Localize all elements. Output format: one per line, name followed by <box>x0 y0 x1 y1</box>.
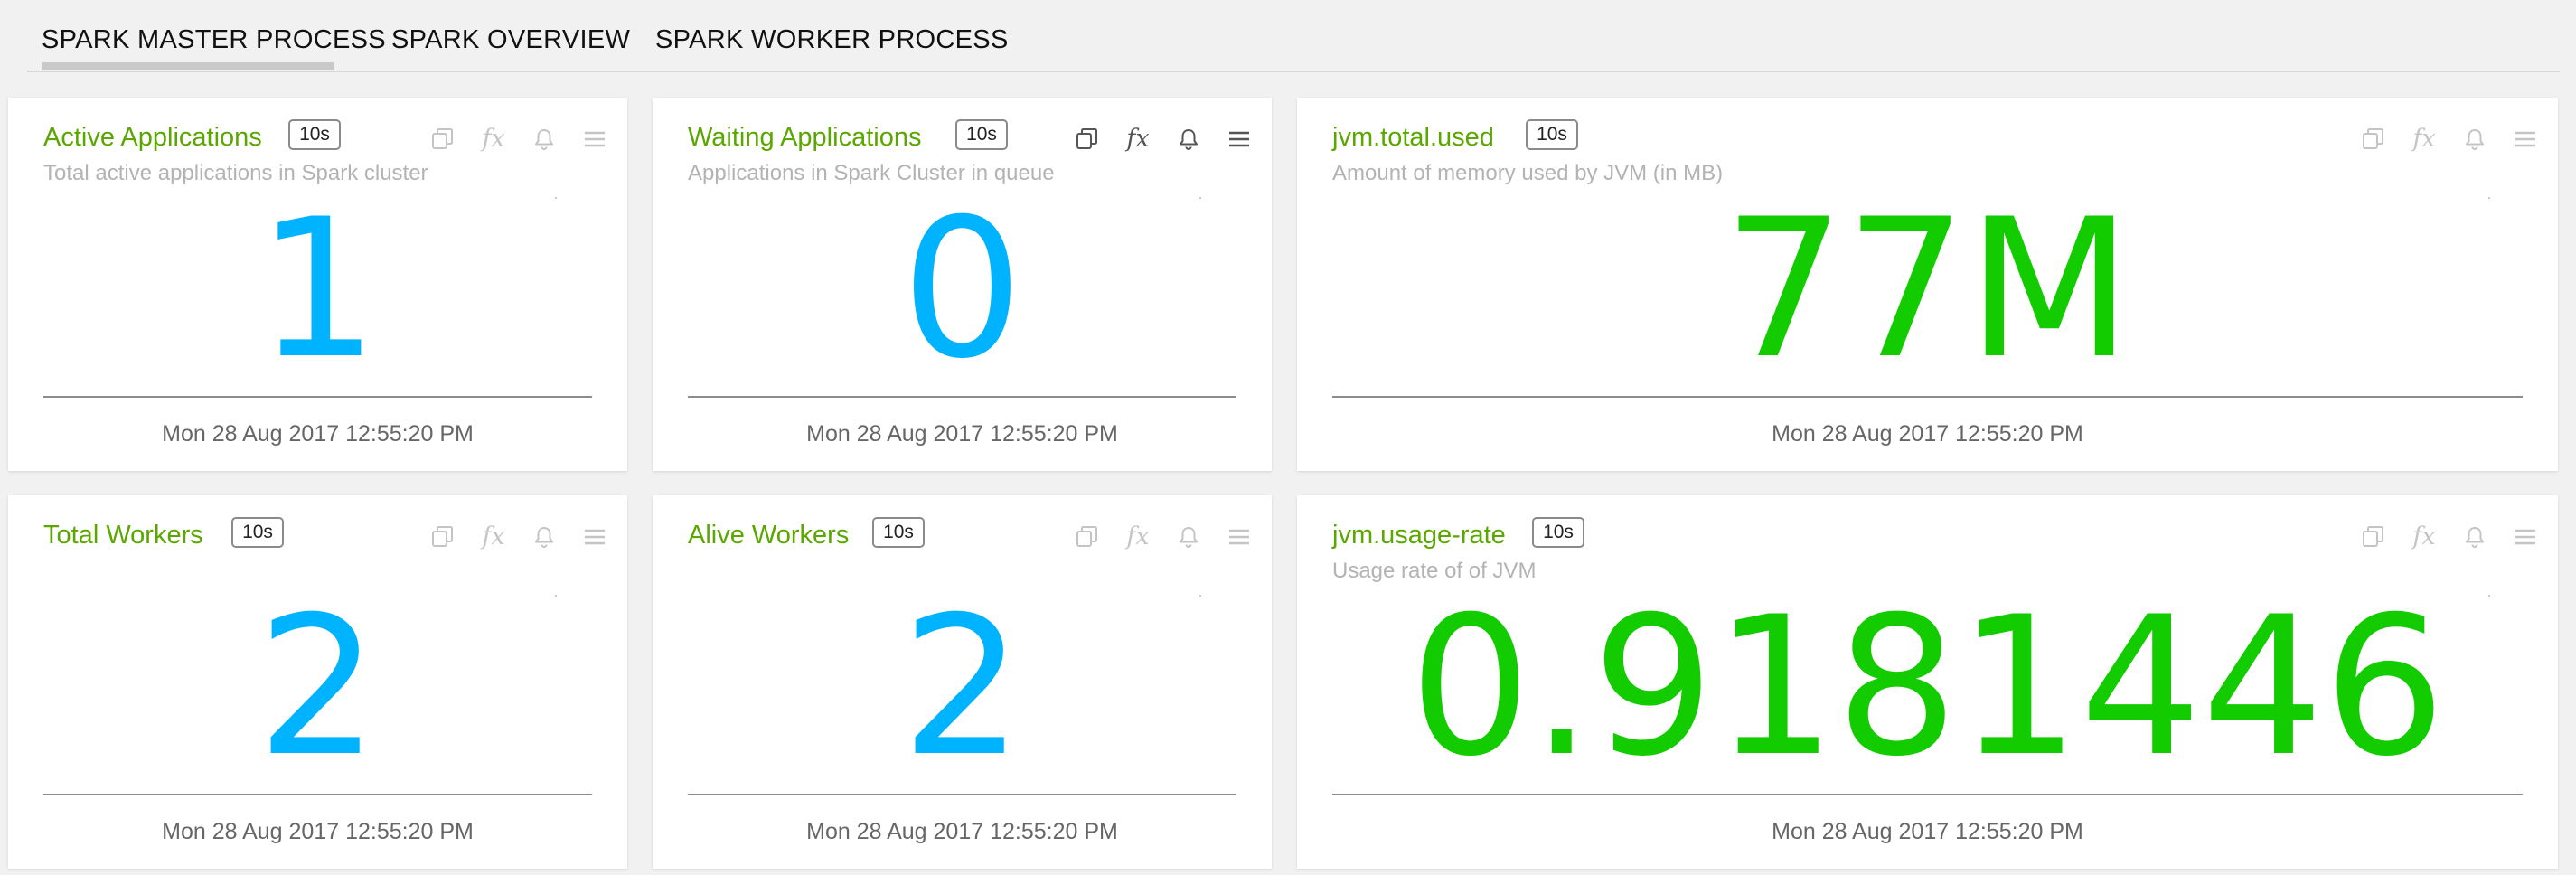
refresh-interval-badge[interactable]: 10s <box>955 119 1008 150</box>
widget-title: Waiting Applications <box>688 123 922 152</box>
fx-icon-glyph: fx <box>2412 125 2436 153</box>
widget-toolbar: fx <box>409 521 611 553</box>
tab-divider <box>27 71 2560 72</box>
copy-icon[interactable] <box>1071 521 1104 553</box>
active-tab-indicator <box>42 62 334 70</box>
bell-icon[interactable] <box>2458 123 2491 155</box>
fx-icon[interactable]: fx <box>477 521 510 553</box>
widget-toolbar: fx <box>1053 123 1255 155</box>
widget-title: jvm.total.used <box>1332 123 1494 152</box>
copy-icon[interactable] <box>1071 123 1104 155</box>
widget-jvm-total-used: jvm.total.used 10s fx Amount of memory u… <box>1297 98 2558 471</box>
widget-toolbar: fx <box>2339 123 2542 155</box>
widget-waiting-applications: Waiting Applications 10s fx Applications… <box>653 98 1272 471</box>
widget-timestamp: Mon 28 Aug 2017 12:55:20 PM <box>162 819 474 844</box>
widget-timestamp: Mon 28 Aug 2017 12:55:20 PM <box>1772 421 2083 447</box>
copy-icon[interactable] <box>427 521 459 553</box>
metric-value: 2 <box>901 575 1023 798</box>
widget-toolbar: fx <box>1053 521 1255 553</box>
menu-icon[interactable] <box>578 521 611 553</box>
bell-icon[interactable] <box>528 521 560 553</box>
widget-toolbar: fx <box>409 123 611 155</box>
widget-title: Active Applications <box>43 123 262 152</box>
refresh-interval-badge[interactable]: 10s <box>288 119 341 150</box>
widget-title: jvm.usage-rate <box>1332 521 1506 550</box>
widget-divider <box>1332 794 2523 795</box>
metric-value: 77M <box>1723 177 2132 400</box>
widget-timestamp: Mon 28 Aug 2017 12:55:20 PM <box>162 421 474 447</box>
tab-spark-overview[interactable]: SPARK OVERVIEW <box>391 25 630 55</box>
widget-jvm-usage-rate: jvm.usage-rate 10s fx Usage rate of of J… <box>1297 495 2558 869</box>
refresh-interval-badge[interactable]: 10s <box>231 517 284 548</box>
widget-active-applications: Active Applications 10s fx Total active … <box>8 98 627 471</box>
menu-icon[interactable] <box>1223 521 1255 553</box>
menu-icon[interactable] <box>1223 123 1255 155</box>
refresh-interval-badge[interactable]: 10s <box>1526 119 1578 150</box>
fx-icon-glyph: fx <box>1126 522 1150 550</box>
metric-value: 2 <box>257 575 379 798</box>
widget-divider <box>1332 396 2523 398</box>
widget-divider <box>43 396 592 398</box>
bell-icon[interactable] <box>528 123 560 155</box>
metric-value: 0 <box>901 177 1023 400</box>
tab-spark-master-process[interactable]: SPARK MASTER PROCESS <box>42 25 386 55</box>
metric-value: 1 <box>257 177 379 400</box>
widget-timestamp: Mon 28 Aug 2017 12:55:20 PM <box>1772 819 2083 844</box>
fx-icon-glyph: fx <box>1126 125 1150 153</box>
widget-timestamp: Mon 28 Aug 2017 12:55:20 PM <box>806 421 1118 447</box>
copy-icon[interactable] <box>427 123 459 155</box>
copy-icon[interactable] <box>2357 521 2390 553</box>
tab-spark-worker-process[interactable]: SPARK WORKER PROCESS <box>655 25 1009 55</box>
fx-icon[interactable]: fx <box>1122 521 1154 553</box>
fx-icon-glyph: fx <box>482 125 505 153</box>
widget-toolbar: fx <box>2339 521 2542 553</box>
refresh-interval-badge[interactable]: 10s <box>872 517 925 548</box>
widget-divider <box>688 794 1236 795</box>
fx-icon[interactable]: fx <box>2408 521 2440 553</box>
bell-icon[interactable] <box>2458 521 2491 553</box>
fx-icon-glyph: fx <box>482 522 505 550</box>
fx-icon-glyph: fx <box>2412 522 2436 550</box>
copy-icon[interactable] <box>2357 123 2390 155</box>
menu-icon[interactable] <box>2509 521 2542 553</box>
widget-timestamp: Mon 28 Aug 2017 12:55:20 PM <box>806 819 1118 844</box>
widget-divider <box>43 794 592 795</box>
widget-title: Alive Workers <box>688 521 850 550</box>
bell-icon[interactable] <box>1172 123 1205 155</box>
fx-icon[interactable]: fx <box>2408 123 2440 155</box>
metric-value: 0.9181446 <box>1409 575 2446 798</box>
dashboard-tabs: SPARK MASTER PROCESS SPARK OVERVIEW SPAR… <box>0 0 2576 72</box>
widget-title: Total Workers <box>43 521 203 550</box>
widget-alive-workers: Alive Workers 10s fx 2 Mon 28 Aug 2017 1… <box>653 495 1272 869</box>
fx-icon[interactable]: fx <box>1122 123 1154 155</box>
widget-divider <box>688 396 1236 398</box>
fx-icon[interactable]: fx <box>477 123 510 155</box>
refresh-interval-badge[interactable]: 10s <box>1532 517 1584 548</box>
bell-icon[interactable] <box>1172 521 1205 553</box>
menu-icon[interactable] <box>2509 123 2542 155</box>
widget-total-workers: Total Workers 10s fx 2 Mon 28 Aug 2017 1… <box>8 495 627 869</box>
menu-icon[interactable] <box>578 123 611 155</box>
